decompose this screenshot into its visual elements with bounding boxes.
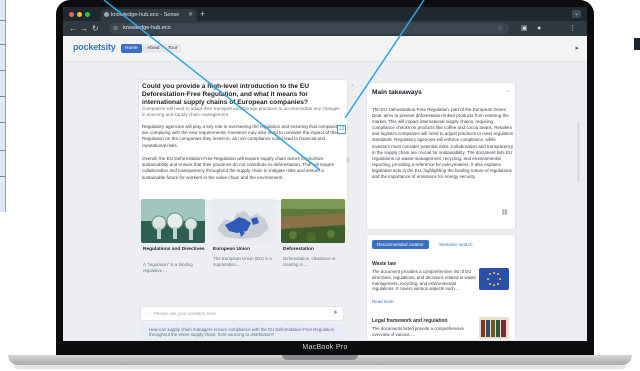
card-title-european-union[interactable]: European Union [213, 247, 277, 253]
answer-intro: Companies will need to adapt their trans… [142, 106, 340, 117]
related-title-legal-framework[interactable]: Legal framework and regulation [372, 318, 448, 324]
tab-search-icon[interactable]: ⌄ [572, 10, 581, 18]
nav-home[interactable]: Home [121, 44, 142, 53]
address-text: knowledge-hub.eco [123, 25, 171, 31]
card-desc-deforestation: Deforestation, clearance or clearing is … [283, 256, 336, 267]
laptop-notch [282, 355, 358, 360]
browser-tab-bar: knowledge-hub.eco - Sense ✕ + ⌄ [63, 7, 587, 21]
takeaways-title: Main takeaways [372, 89, 422, 96]
related-desc-waste-law: The document provides a comprehensive li… [372, 269, 476, 292]
nav-tour[interactable]: Tour [164, 44, 182, 53]
link-icon[interactable]: ⛓ [501, 209, 509, 216]
left-edge-crop [0, 0, 6, 212]
sidebar-toggle-icon[interactable]: ▸ [575, 44, 579, 52]
question-placeholder: Please ask your question here [154, 311, 216, 316]
question-title: Could you provide a high-level introduct… [142, 83, 310, 106]
laptop-shadow [14, 365, 626, 369]
chat-icon: ◌ [146, 310, 149, 316]
address-bar[interactable]: ⊜ knowledge-hub.eco ☆ [109, 23, 509, 34]
site-info-icon[interactable]: ⊜ [113, 24, 118, 35]
related-image-law-books[interactable] [479, 317, 509, 339]
laptop-chin: MacBook Pro [56, 341, 594, 355]
card-image-regulations[interactable] [141, 199, 205, 243]
read-more-link[interactable]: Read more [372, 299, 394, 304]
send-icon[interactable]: ➤ [333, 309, 338, 316]
right-edge-crop [634, 38, 640, 50]
suggested-question[interactable]: How can supply chain managers ensure com… [140, 324, 344, 340]
device-label: MacBook Pro [302, 344, 348, 351]
citation-marker[interactable]: 13 [337, 125, 346, 134]
nav-about[interactable]: About [143, 44, 164, 53]
extensions-icon[interactable]: ▣ [521, 23, 528, 34]
related-image-eu-flag[interactable] [479, 268, 509, 290]
related-desc-legal-framework: The documents listed provide a comprehen… [372, 326, 465, 337]
laptop-screen: knowledge-hub.eco - Sense ✕ + ⌄ ← → ↻ ⊜ … [63, 7, 587, 341]
collapse-answer-icon[interactable]: ⌃ [350, 84, 355, 91]
close-window-dot[interactable] [69, 12, 74, 17]
plus-icon[interactable]: + [200, 8, 205, 20]
citation-pin-icon[interactable]: ⁑ [347, 158, 350, 164]
close-tab-icon[interactable]: ✕ [188, 9, 193, 21]
app-header: pocketsity Home About Tour ▸ [63, 36, 587, 62]
card-desc-regulations: A "regulation" is a binding regulative .… [143, 262, 193, 273]
photo-stage: MacBook Pro knowledge-hub.eco - Sense ✕ … [0, 0, 640, 371]
tab-recommended-content[interactable]: Recommended content [372, 240, 429, 249]
forward-icon[interactable]: → [80, 23, 88, 34]
card-title-deforestation[interactable]: Deforestation [283, 247, 347, 253]
answer-paragraph-1: Regulatory agencies will play a key role… [142, 124, 341, 148]
browser-nav-bar: ← → ↻ ⊜ knowledge-hub.eco ☆ ▣ ● ⋮ [63, 21, 587, 36]
minimize-window-dot[interactable] [77, 12, 82, 17]
question-input[interactable]: ◌ Please ask your question here ➤ [140, 306, 344, 321]
browser-tab-title: knowledge-hub.eco - Sense [111, 12, 180, 18]
card-desc-european-union: The European Union (EU) is a supranation… [213, 256, 272, 267]
main-content: Could you provide a high-level introduct… [63, 62, 587, 341]
profile-icon[interactable]: ● [537, 23, 541, 34]
collapse-takeaways-icon[interactable]: ⌃ [505, 90, 510, 97]
back-icon[interactable]: ← [69, 23, 77, 34]
bookmark-star-icon[interactable]: ☆ [497, 23, 503, 34]
browser-menu-icon[interactable]: ⋮ [569, 23, 576, 34]
tab-semantic-search[interactable]: Semantic search [435, 240, 477, 249]
page-scrollbar[interactable] [577, 122, 580, 182]
related-title-waste-law[interactable]: Waste law [372, 261, 396, 267]
answer-paragraph-2: Overall, the EU Deforestation-Free Regul… [142, 156, 335, 180]
suggested-question-text: How can supply chain managers ensure com… [149, 327, 335, 338]
browser-tab[interactable]: knowledge-hub.eco - Sense ✕ [101, 9, 197, 21]
takeaways-body: The EU Deforestation-Free Regulation, pa… [372, 107, 514, 180]
card-image-deforestation[interactable] [281, 199, 345, 243]
card-title-regulations[interactable]: Regulations and Directives [143, 247, 207, 253]
card-image-european-union[interactable] [211, 199, 275, 243]
maximize-window-dot[interactable] [85, 12, 90, 17]
reload-icon[interactable]: ↻ [92, 23, 99, 34]
app-logo[interactable]: pocketsity [73, 42, 116, 52]
favicon-icon [104, 12, 109, 17]
